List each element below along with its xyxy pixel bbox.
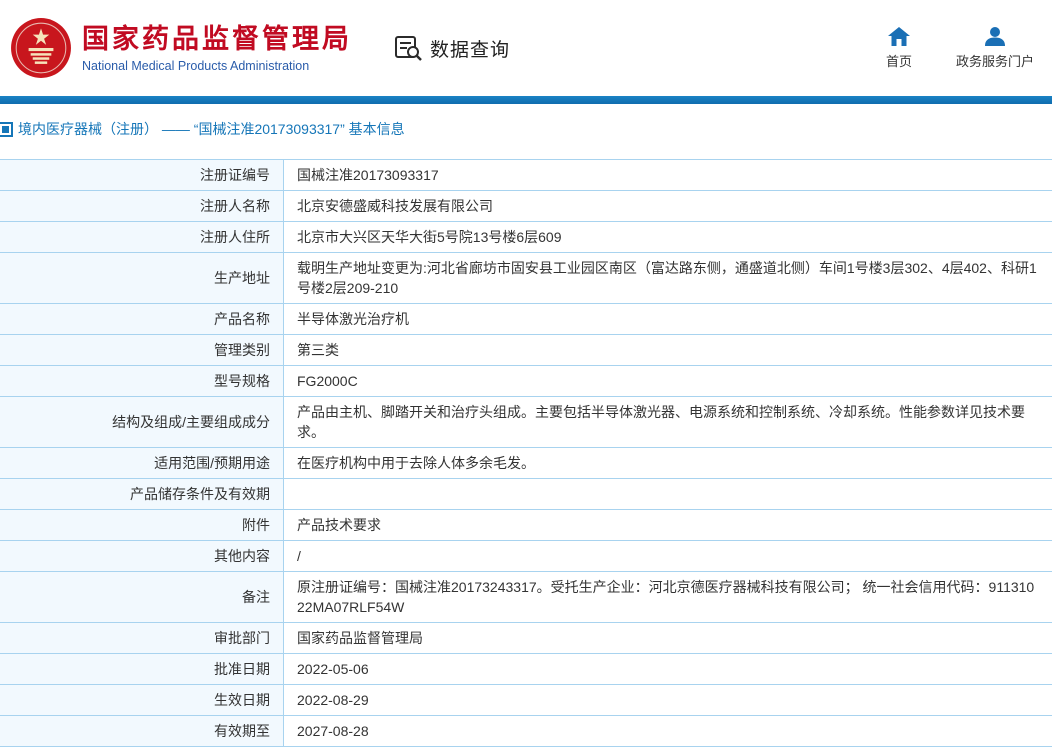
breadcrumb-text: 境内医疗器械（注册） —— “国械注准20173093317” 基本信息 (18, 119, 405, 139)
row-value: 在医疗机构中用于去除人体多余毛发。 (284, 448, 1052, 478)
nav-home[interactable]: 首页 (886, 27, 912, 70)
table-row: 生产地址 载明生产地址变更为:河北省廊坊市固安县工业园区南区（富达路东侧，通盛道… (0, 253, 1052, 304)
home-icon (888, 27, 910, 46)
table-row: 附件 产品技术要求 (0, 510, 1052, 541)
row-value: 北京安德盛威科技发展有限公司 (284, 191, 1052, 221)
row-label: 产品储存条件及有效期 (0, 479, 284, 509)
row-label: 产品名称 (0, 304, 284, 334)
breadcrumb: 境内医疗器械（注册） —— “国械注准20173093317” 基本信息 (0, 104, 1052, 145)
row-label: 注册人住所 (0, 222, 284, 252)
row-value: 原注册证编号：国械注准20173243317。受托生产企业：河北京德医疗器械科技… (284, 572, 1052, 622)
row-label: 审批部门 (0, 623, 284, 653)
row-value: FG2000C (284, 366, 1052, 396)
data-query-icon (394, 35, 424, 61)
row-label: 型号规格 (0, 366, 284, 396)
row-label: 批准日期 (0, 654, 284, 684)
table-row: 产品储存条件及有效期 (0, 479, 1052, 510)
nav-portal-label: 政务服务门户 (956, 51, 1034, 70)
site-header: 国家药品监督管理局 National Medical Products Admi… (0, 0, 1052, 96)
table-row: 适用范围/预期用途 在医疗机构中用于去除人体多余毛发。 (0, 448, 1052, 479)
row-value: 国家药品监督管理局 (284, 623, 1052, 653)
data-query-label: 数据查询 (430, 35, 510, 62)
user-icon (985, 27, 1005, 46)
row-label: 注册证编号 (0, 160, 284, 190)
row-label: 生产地址 (0, 253, 284, 303)
row-label: 生效日期 (0, 685, 284, 715)
table-row: 审批部门 国家药品监督管理局 (0, 623, 1052, 654)
row-value: 产品技术要求 (284, 510, 1052, 540)
org-names: 国家药品监督管理局 National Medical Products Admi… (82, 23, 352, 72)
row-label: 注册人名称 (0, 191, 284, 221)
row-label: 备注 (0, 572, 284, 622)
table-row: 批准日期 2022-05-06 (0, 654, 1052, 685)
nmpa-logo-link[interactable]: 国家药品监督管理局 National Medical Products Admi… (10, 17, 352, 79)
nav-home-label: 首页 (886, 51, 912, 70)
row-label: 结构及组成/主要组成成分 (0, 397, 284, 447)
row-value: 北京市大兴区天华大街5号院13号楼6层609 (284, 222, 1052, 252)
data-query-tab[interactable]: 数据查询 (394, 35, 510, 62)
row-value: / (284, 541, 1052, 571)
table-row: 有效期至 2027-08-28 (0, 716, 1052, 747)
row-label: 有效期至 (0, 716, 284, 746)
table-row: 管理类别 第三类 (0, 335, 1052, 366)
row-value: 国械注准20173093317 (284, 160, 1052, 190)
row-label: 附件 (0, 510, 284, 540)
org-name-cn: 国家药品监督管理局 (82, 23, 352, 55)
row-label: 其他内容 (0, 541, 284, 571)
row-value: 产品由主机、脚踏开关和治疗头组成。主要包括半导体激光器、电源系统和控制系统、冷却… (284, 397, 1052, 447)
row-value: 半导体激光治疗机 (284, 304, 1052, 334)
table-row: 注册人住所 北京市大兴区天华大街5号院13号楼6层609 (0, 222, 1052, 253)
table-row: 生效日期 2022-08-29 (0, 685, 1052, 716)
row-value: 2022-08-29 (284, 685, 1052, 715)
table-row: 其他内容 / (0, 541, 1052, 572)
row-label: 管理类别 (0, 335, 284, 365)
table-row: 注册人名称 北京安德盛威科技发展有限公司 (0, 191, 1052, 222)
main-content: 注册证编号 国械注准20173093317 注册人名称 北京安德盛威科技发展有限… (0, 159, 1052, 747)
row-value: 载明生产地址变更为:河北省廊坊市固安县工业园区南区（富达路东侧，通盛道北侧）车间… (284, 253, 1052, 303)
table-row: 注册证编号 国械注准20173093317 (0, 160, 1052, 191)
nmpa-emblem-icon (10, 17, 72, 79)
header-nav: 首页 政务服务门户 (886, 27, 1034, 70)
row-value: 第三类 (284, 335, 1052, 365)
registration-info-table: 注册证编号 国械注准20173093317 注册人名称 北京安德盛威科技发展有限… (0, 159, 1052, 747)
row-value: 2027-08-28 (284, 716, 1052, 746)
header-divider-bar (0, 96, 1052, 104)
document-icon (0, 122, 13, 137)
table-row: 结构及组成/主要组成成分 产品由主机、脚踏开关和治疗头组成。主要包括半导体激光器… (0, 397, 1052, 448)
row-label: 适用范围/预期用途 (0, 448, 284, 478)
table-row: 产品名称 半导体激光治疗机 (0, 304, 1052, 335)
row-value (284, 479, 1052, 509)
nav-portal[interactable]: 政务服务门户 (956, 27, 1034, 70)
table-row: 型号规格 FG2000C (0, 366, 1052, 397)
table-row: 备注 原注册证编号：国械注准20173243317。受托生产企业：河北京德医疗器… (0, 572, 1052, 623)
org-name-en: National Medical Products Administration (82, 59, 352, 73)
row-value: 2022-05-06 (284, 654, 1052, 684)
